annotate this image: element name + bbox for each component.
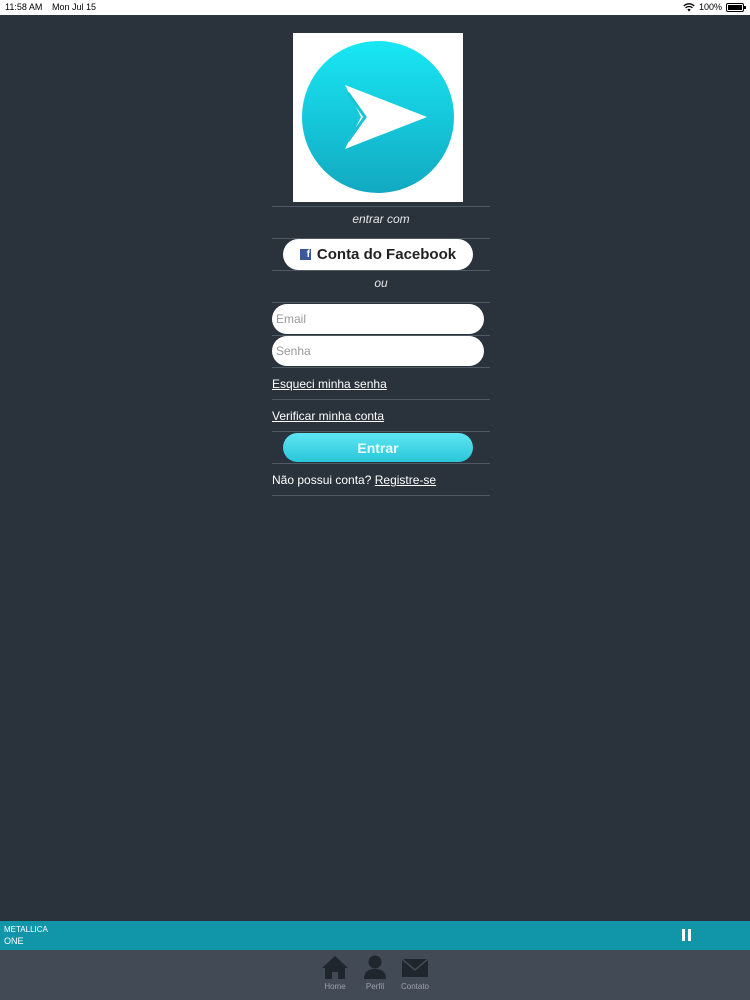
divider bbox=[272, 302, 490, 303]
facebook-icon: f bbox=[299, 249, 311, 260]
tab-home[interactable]: Home bbox=[315, 954, 355, 991]
battery-percentage: 100% bbox=[698, 2, 722, 12]
verify-account-link[interactable]: Verificar minha conta bbox=[272, 409, 384, 423]
facebook-login-button[interactable]: f Conta do Facebook bbox=[283, 239, 473, 270]
register-link[interactable]: Registre-se bbox=[375, 473, 436, 487]
login-button[interactable]: Entrar bbox=[283, 433, 473, 462]
password-field[interactable] bbox=[272, 336, 484, 366]
status-time: 11:58 AM bbox=[5, 2, 43, 12]
divider bbox=[272, 399, 490, 400]
tab-contact[interactable]: Contato bbox=[395, 954, 435, 991]
divider bbox=[272, 463, 490, 464]
login-button-label: Entrar bbox=[357, 439, 399, 456]
tab-contact-label: Contato bbox=[400, 982, 430, 991]
status-bar: 11:58 AM Mon Jul 15 100% bbox=[0, 0, 750, 15]
tab-bar: Home Perfil Contato bbox=[0, 950, 750, 1000]
divider bbox=[272, 431, 490, 432]
status-date: Mon Jul 15 bbox=[52, 2, 97, 12]
tab-home-label: Home bbox=[324, 982, 346, 991]
or-label: ou bbox=[272, 270, 490, 290]
no-account-text: Não possui conta? bbox=[272, 473, 372, 487]
now-playing-artist: METALLICA bbox=[4, 925, 48, 934]
wifi-icon bbox=[683, 3, 695, 12]
home-icon bbox=[322, 956, 348, 979]
tab-profile-label: Perfil bbox=[365, 982, 385, 991]
status-right: 100% bbox=[683, 0, 746, 15]
mail-icon bbox=[401, 958, 429, 977]
now-playing-bar[interactable]: METALLICA ONE bbox=[0, 921, 750, 950]
pause-icon[interactable] bbox=[682, 929, 692, 941]
or-text: ou bbox=[374, 276, 388, 290]
signup-prompt: Não possui conta? Registre-se bbox=[272, 473, 436, 487]
profile-icon bbox=[364, 955, 386, 979]
forgot-password-link[interactable]: Esqueci minha senha bbox=[272, 377, 387, 391]
play-arrow-logo-icon bbox=[302, 41, 454, 193]
app-logo bbox=[293, 33, 463, 202]
divider bbox=[272, 495, 490, 496]
divider bbox=[272, 367, 490, 368]
enter-with-text: entrar com bbox=[352, 212, 410, 226]
email-field[interactable] bbox=[272, 304, 484, 334]
facebook-button-label: Conta do Facebook bbox=[316, 246, 457, 263]
enter-with-label: entrar com bbox=[272, 206, 490, 226]
tab-profile[interactable]: Perfil bbox=[355, 954, 395, 991]
now-playing-song: ONE bbox=[4, 936, 24, 946]
battery-icon bbox=[726, 3, 746, 12]
